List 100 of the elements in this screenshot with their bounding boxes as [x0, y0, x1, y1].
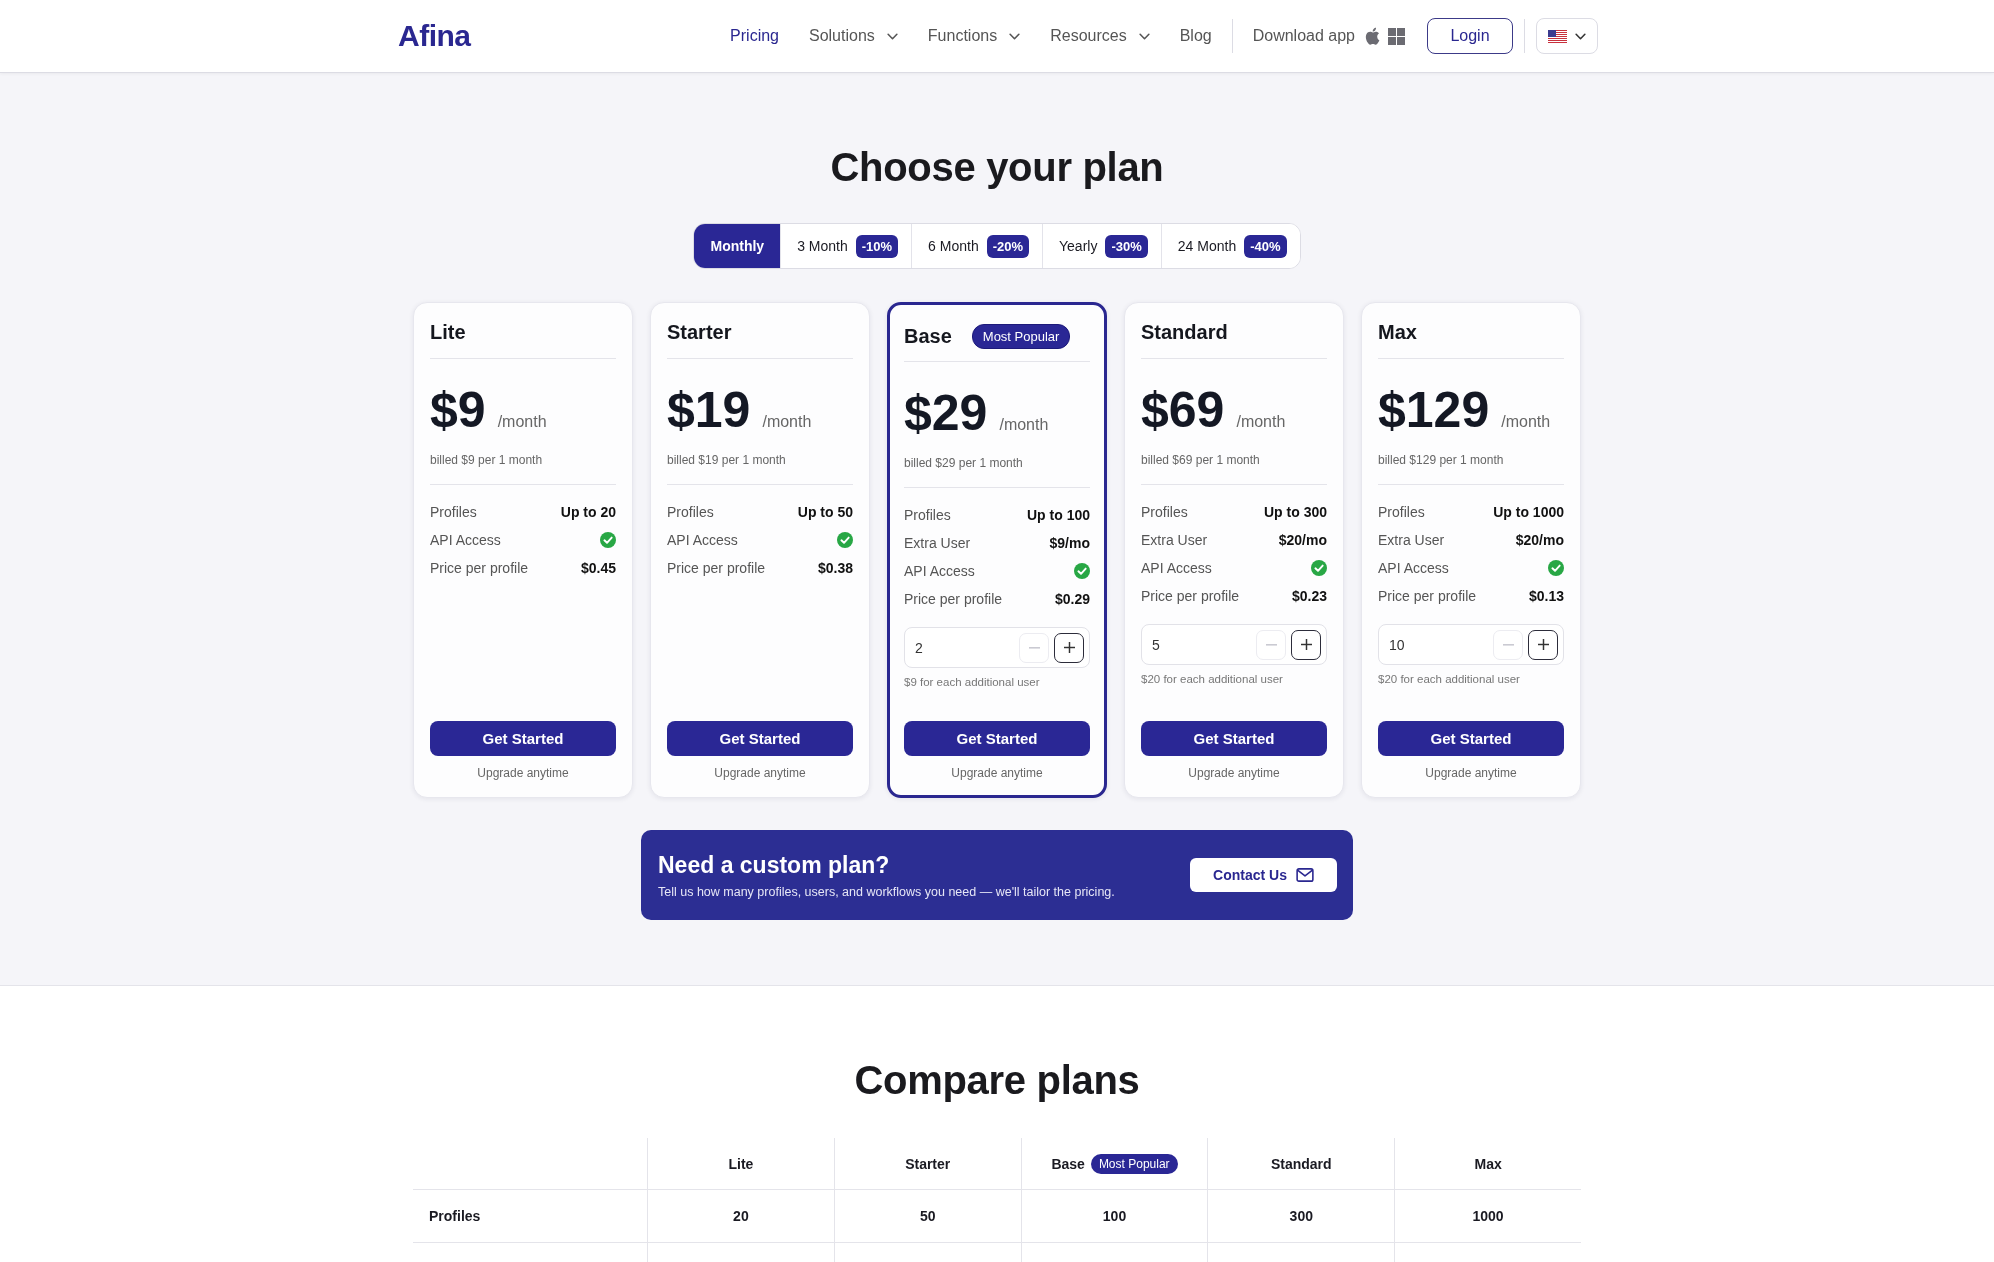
download-app-link[interactable]: Download app [1252, 27, 1405, 45]
plan-price: $29 [904, 388, 988, 438]
plan-name: Lite [430, 321, 466, 344]
feature-label: Profiles [430, 504, 477, 520]
increment-button[interactable] [1528, 629, 1558, 660]
price-period: /month [762, 413, 812, 431]
get-started-button[interactable]: Get Started [1378, 721, 1564, 756]
feature-value: $0.45 [580, 560, 616, 576]
chevron-down-icon [886, 32, 898, 40]
nav-link[interactable]: Pricing [730, 27, 779, 45]
column-header: Lite [728, 1155, 754, 1172]
mail-icon [1295, 868, 1314, 882]
contact-us-button[interactable]: Contact Us [1190, 858, 1337, 892]
discount-badge: -30% [1105, 234, 1148, 258]
increment-button[interactable] [1054, 632, 1084, 663]
billing-note: billed $69 per 1 month [1141, 453, 1327, 485]
feature-label: Extra User [1141, 532, 1208, 548]
seat-price-note: $20 for each additional user [1141, 673, 1284, 685]
nav-link[interactable]: Solutions [809, 27, 898, 45]
billing-tab[interactable]: Monthly [694, 224, 781, 268]
upgrade-note: Upgrade anytime [951, 766, 1043, 780]
most-popular-badge: Most Popular [971, 323, 1071, 349]
discount-badge: -10% [855, 234, 899, 258]
language-dropdown[interactable] [1536, 18, 1598, 54]
feature-label: Extra User [904, 535, 971, 551]
chevron-down-icon [1009, 32, 1021, 40]
minus-icon [1028, 646, 1040, 649]
table-cell: 1000 [1394, 1190, 1581, 1243]
nav-link[interactable]: Blog [1179, 27, 1212, 45]
chevron-down-icon [1575, 32, 1586, 40]
table-cell: 100 [1020, 1190, 1208, 1243]
plan-price: $69 [1141, 385, 1225, 435]
feature-label: Price per profile [667, 560, 766, 576]
login-button[interactable]: Login [1427, 18, 1513, 54]
feature-value: $0.29 [1054, 591, 1090, 607]
feature-label: API Access [1141, 560, 1212, 576]
nav-link[interactable]: Functions [927, 27, 1021, 45]
billing-note: billed $29 per 1 month [904, 456, 1090, 488]
row-header: Profiles [413, 1190, 647, 1243]
us-flag-icon [1548, 29, 1567, 43]
nav-link[interactable]: Resources [1050, 27, 1150, 45]
seat-count-field[interactable]: 5 [1152, 636, 1251, 653]
plan-name: Starter [667, 321, 732, 344]
feature-label: Profiles [1378, 504, 1425, 520]
windows-icon [1388, 27, 1405, 45]
billing-note: billed $19 per 1 month [667, 453, 853, 485]
get-started-button[interactable]: Get Started [904, 721, 1090, 756]
upgrade-note: Upgrade anytime [1425, 766, 1517, 780]
feature-label: Profiles [904, 507, 951, 523]
feature-value: $0.23 [1291, 588, 1327, 604]
plan-price: $19 [667, 385, 751, 435]
billing-note: billed $9 per 1 month [430, 453, 616, 485]
get-started-button[interactable]: Get Started [430, 721, 616, 756]
feature-label: Price per profile [1378, 588, 1477, 604]
get-started-button[interactable]: Get Started [667, 721, 853, 756]
seat-price-note: $9 for each additional user [904, 676, 1041, 688]
plan-name: Standard [1141, 321, 1228, 344]
feature-label: Profiles [1141, 504, 1188, 520]
billing-tab[interactable]: 24 Month -40% [1160, 224, 1300, 268]
seat-stepper[interactable]: 10 [1378, 624, 1564, 665]
feature-label: API Access [667, 532, 738, 548]
price-period: /month [497, 413, 547, 431]
banner-title: Need a custom plan? [658, 851, 891, 879]
feature-label: API Access [1378, 560, 1449, 576]
page-title: Choose your plan [829, 144, 1165, 191]
feature-label: API Access [904, 563, 975, 579]
plan-price: $9 [430, 385, 486, 435]
upgrade-note: Upgrade anytime [714, 766, 806, 780]
discount-badge: -20% [986, 234, 1030, 258]
banner-text: Tell us how many profiles, users, and workflows you need — we'll tailor the pricing. [658, 885, 1115, 899]
most-popular-badge: Most Popular [1090, 1153, 1178, 1174]
plan-price: $129 [1378, 385, 1490, 435]
minus-icon [1265, 643, 1277, 646]
upgrade-note: Upgrade anytime [477, 766, 569, 780]
feature-label: Price per profile [1141, 588, 1240, 604]
billing-note: billed $129 per 1 month [1378, 453, 1564, 485]
plus-icon [1537, 639, 1549, 650]
get-started-button[interactable]: Get Started [1141, 721, 1327, 756]
feature-value: Up to 20 [560, 504, 616, 520]
feature-value: $0.13 [1528, 588, 1564, 604]
feature-value: Up to 300 [1264, 504, 1327, 520]
discount-badge: -40% [1244, 234, 1287, 258]
seat-stepper[interactable]: 5 [1141, 624, 1327, 665]
feature-value: Up to 100 [1027, 507, 1090, 523]
price-period: /month [1501, 413, 1551, 431]
feature-label: Price per profile [430, 560, 529, 576]
seat-count-field[interactable]: 10 [1389, 636, 1488, 653]
plan-name: Max [1378, 321, 1417, 344]
seat-stepper[interactable]: 2 [904, 627, 1090, 668]
logo[interactable]: Afina [398, 19, 471, 53]
price-period: /month [999, 416, 1049, 434]
feature-value: Up to 1000 [1493, 504, 1564, 520]
increment-button[interactable] [1291, 629, 1321, 660]
minus-icon [1502, 643, 1514, 646]
feature-value: Up to 50 [797, 504, 853, 520]
seat-count-field[interactable]: 2 [915, 639, 1014, 656]
column-header: Max [1474, 1155, 1502, 1172]
column-header: Base [1051, 1155, 1085, 1172]
seat-price-note: $20 for each additional user [1378, 673, 1521, 685]
table-cell: 20 [647, 1190, 834, 1243]
